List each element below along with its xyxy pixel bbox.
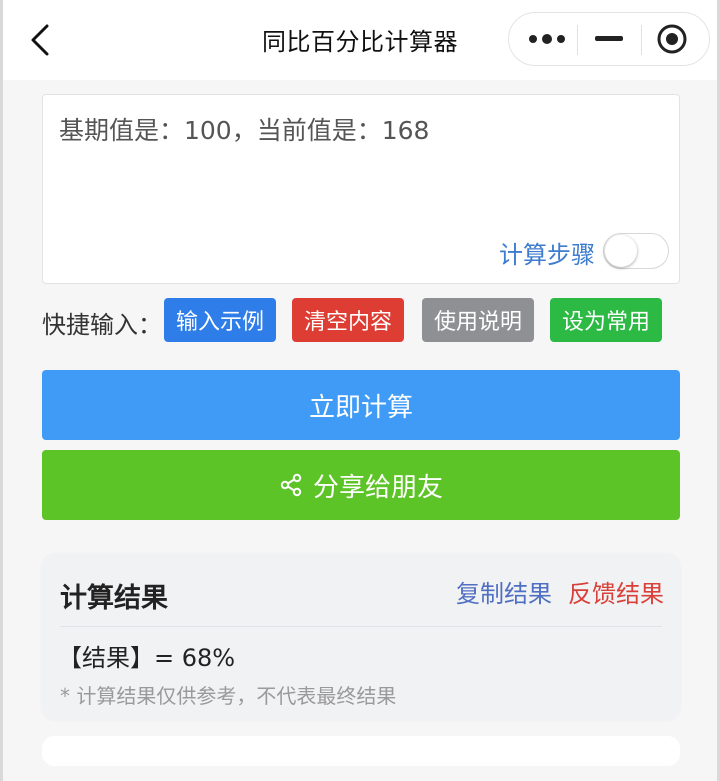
steps-label: 计算步骤 (499, 241, 595, 269)
capsule-divider (577, 25, 578, 55)
more-dots-icon (529, 34, 565, 44)
quick-input-row: 快捷输入： 输入示例 清空内容 使用说明 设为常用 (42, 298, 682, 342)
result-card: 计算结果 复制结果 反馈结果 【结果】= 68% * 计算结果仅供参考，不代表最… (42, 554, 680, 720)
result-divider (60, 626, 662, 627)
quick-input-label: 快捷输入： (42, 311, 162, 339)
menu-capsule (508, 12, 710, 66)
example-button[interactable]: 输入示例 (164, 298, 276, 342)
calculate-button[interactable]: 立即计算 (42, 370, 680, 440)
close-button[interactable] (641, 13, 703, 65)
result-disclaimer: * 计算结果仅供参考，不代表最终结果 (60, 684, 397, 708)
copy-result-link[interactable]: 复制结果 (456, 574, 552, 609)
nav-bar: 同比百分比计算器 (0, 0, 720, 80)
calculate-label: 立即计算 (308, 392, 413, 423)
minimize-button[interactable] (579, 13, 639, 65)
steps-toggle[interactable] (603, 233, 669, 269)
minimize-icon (595, 36, 623, 41)
feedback-result-link[interactable]: 反馈结果 (568, 574, 664, 609)
share-label: 分享给朋友 (312, 472, 443, 503)
clear-button[interactable]: 清空内容 (292, 298, 404, 342)
result-value: 【结果】= 68% (58, 644, 236, 672)
input-card: 基期值是：100，当前值是：168 计算步骤 (42, 94, 680, 284)
mini-program-window: 同比百分比计算器 基期值是：100，当前值是：168 计算步骤 快捷输入： 输入… (0, 0, 720, 781)
share-icon (279, 473, 303, 497)
toggle-knob (605, 235, 637, 267)
more-button[interactable] (517, 13, 577, 65)
help-button[interactable]: 使用说明 (422, 298, 534, 342)
share-button[interactable]: 分享给朋友 (42, 450, 680, 520)
page-content: 基期值是：100，当前值是：168 计算步骤 快捷输入： 输入示例 清空内容 使… (3, 80, 717, 781)
next-card (42, 736, 680, 766)
result-title: 计算结果 (60, 583, 168, 614)
set-common-button[interactable]: 设为常用 (550, 298, 662, 342)
expression-textarea[interactable]: 基期值是：100，当前值是：168 (59, 111, 663, 147)
target-close-icon (657, 24, 687, 54)
